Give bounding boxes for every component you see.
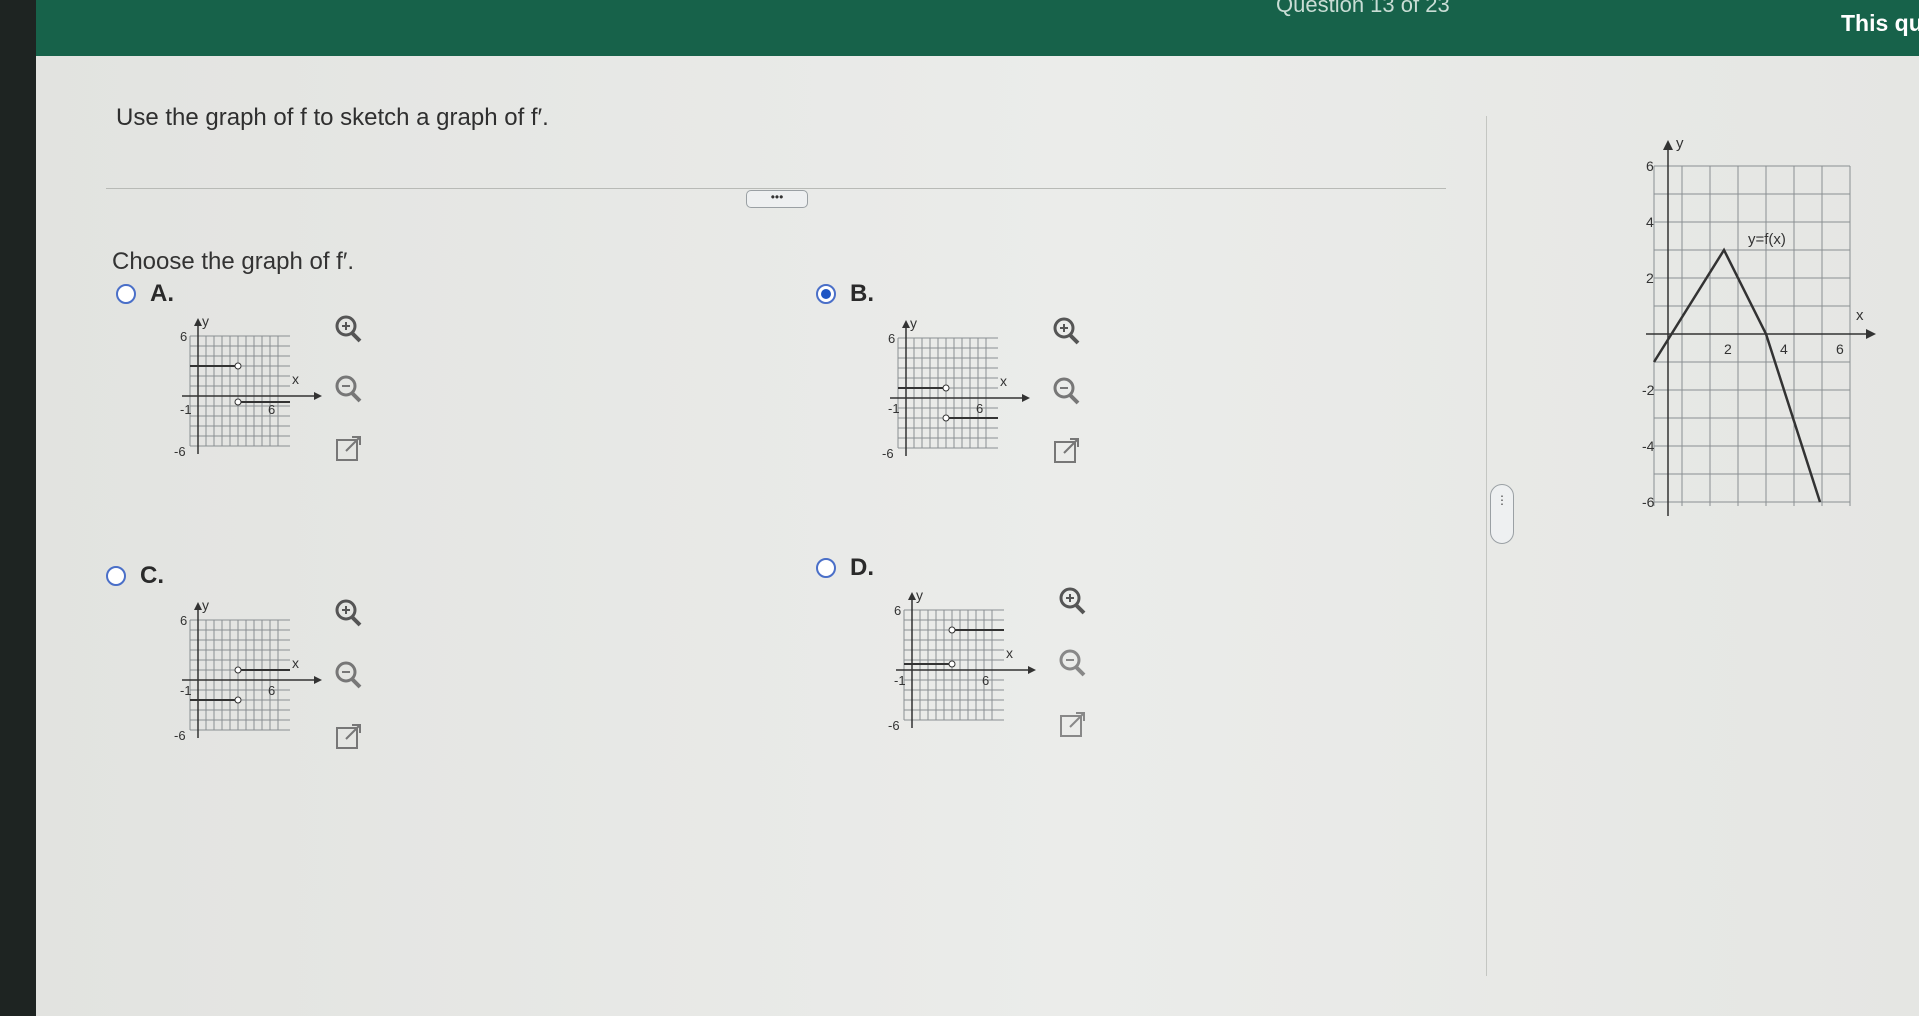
open-external-icon[interactable]	[1056, 708, 1090, 742]
graph-f-y-tick-neg2: -2	[1642, 382, 1655, 398]
graph-b-x-right: 6	[976, 401, 983, 416]
zoom-out-icon[interactable]	[332, 658, 366, 692]
question-area: Use the graph of f to sketch a graph of …	[36, 56, 1919, 1016]
zoom-in-icon[interactable]	[1056, 584, 1090, 618]
zoom-in-icon[interactable]	[1050, 314, 1084, 348]
graph-f-y-tick-6: 6	[1646, 158, 1654, 174]
graph-b-grid	[897, 337, 998, 449]
graph-b-y-label: y	[910, 316, 917, 331]
radio-b[interactable]	[816, 284, 836, 304]
graph-d: y x 6 -6 6 -1	[856, 587, 1036, 743]
graph-f-x-label: x	[1856, 307, 1864, 324]
graph-c-y-bottom: -6	[174, 728, 186, 743]
graph-c-tick-neg: -1	[180, 683, 192, 698]
radio-a[interactable]	[116, 284, 136, 304]
graph-c-grid	[189, 619, 290, 731]
open-external-icon[interactable]	[332, 432, 366, 466]
question-progress: Question 13 of 23	[1276, 0, 1450, 17]
graph-d-tick-neg: -1	[894, 673, 906, 688]
zoom-in-icon[interactable]	[332, 596, 366, 630]
graph-a-x-label: x	[292, 371, 299, 387]
graph-d-x-label: x	[1006, 645, 1013, 661]
graph-a: y x 6 -6 6 -1	[142, 313, 322, 469]
graph-a-x-right: 6	[268, 402, 275, 417]
graph-d-y-label: y	[916, 588, 923, 603]
graph-d-x-right: 6	[982, 673, 989, 688]
question-info: This quest	[1841, 10, 1919, 36]
graph-f-y-tick-2: 2	[1646, 270, 1654, 286]
graph-f-curve	[1652, 247, 1822, 503]
graph-f-y-tick-neg6: -6	[1642, 494, 1655, 510]
graph-a-y-label: y	[202, 314, 209, 329]
graph-d-y-bottom: -6	[888, 718, 900, 733]
graph-a-y-top: 6	[180, 329, 187, 344]
panel-splitter	[1486, 116, 1487, 976]
graph-c-x-right: 6	[268, 683, 275, 698]
choice-c-label: C.	[140, 562, 164, 589]
choice-a-label: A.	[150, 280, 174, 307]
graph-c-x-label: x	[292, 655, 299, 671]
graph-b-tick-neg: -1	[888, 401, 900, 416]
graph-c-y-label: y	[202, 598, 209, 613]
graph-b-x-label: x	[1000, 373, 1007, 389]
graph-d-y-top: 6	[894, 603, 901, 618]
radio-d[interactable]	[816, 558, 836, 578]
graph-f-y-tick-4: 4	[1646, 214, 1654, 230]
graph-f-x-tick-4: 4	[1780, 341, 1788, 357]
question-instruction: Use the graph of f to sketch a graph of …	[116, 104, 549, 131]
choice-d-label: D.	[850, 554, 874, 581]
open-external-icon[interactable]	[1050, 434, 1084, 468]
choose-prompt: Choose the graph of f′.	[112, 248, 354, 275]
zoom-out-icon[interactable]	[1056, 646, 1090, 680]
graph-b: y x 6 -6 6 -1	[850, 315, 1030, 471]
zoom-out-icon[interactable]	[1050, 374, 1084, 408]
screen-bezel	[0, 0, 36, 1016]
graph-f-y-label: y	[1676, 135, 1684, 152]
splitter-handle[interactable]: ⋮	[1490, 484, 1514, 544]
graph-a-y-bottom: -6	[174, 444, 186, 459]
graph-c: y x 6 -6 6 -1	[142, 597, 322, 753]
zoom-in-icon[interactable]	[332, 312, 366, 346]
graph-f-x-tick-6: 6	[1836, 341, 1844, 357]
divider	[106, 188, 1446, 189]
graph-f-function-label: y=f(x)	[1748, 231, 1786, 248]
top-bar: Question 13 of 23 This quest	[36, 0, 1919, 56]
zoom-out-icon[interactable]	[332, 372, 366, 406]
graph-a-grid	[189, 335, 290, 447]
graph-a-tick-neg: -1	[180, 402, 192, 417]
graph-of-f: y x y=f(x) 2 4 6 6 4 2 -2 -4 -6	[1624, 132, 1884, 537]
expand-more-button[interactable]: •••	[746, 190, 808, 208]
choice-b-label: B.	[850, 280, 874, 307]
graph-f-grid	[1653, 165, 1851, 506]
graph-b-y-bottom: -6	[882, 446, 894, 461]
radio-c[interactable]	[106, 566, 126, 586]
graph-f-y-tick-neg4: -4	[1642, 438, 1655, 454]
open-external-icon[interactable]	[332, 720, 366, 754]
graph-b-y-top: 6	[888, 331, 895, 346]
graph-f-x-tick-2: 2	[1724, 341, 1732, 357]
graph-c-y-top: 6	[180, 613, 187, 628]
